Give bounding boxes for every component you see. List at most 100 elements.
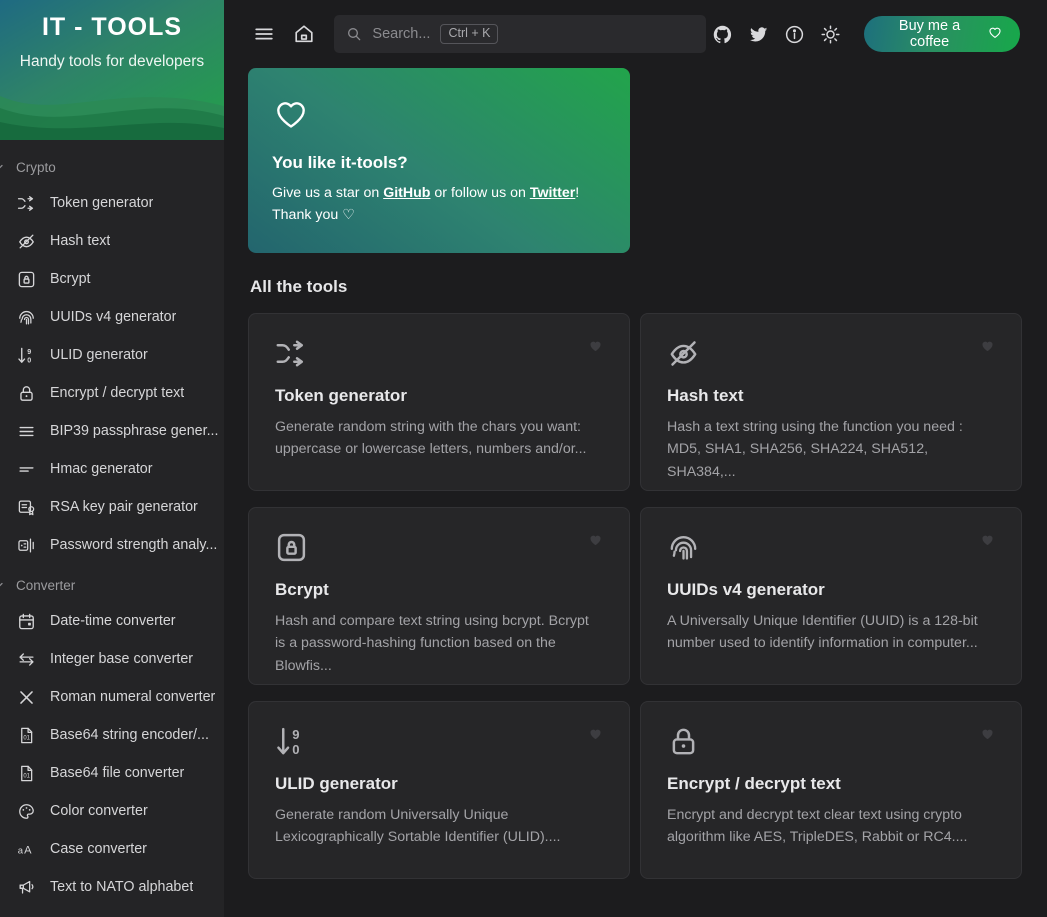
tool-card-title: ULID generator bbox=[275, 774, 398, 793]
password-meter-icon bbox=[14, 533, 38, 557]
sidebar-item-hash-text[interactable]: Hash text bbox=[0, 222, 224, 260]
sidebar-item-label: Encrypt / decrypt text bbox=[50, 385, 185, 401]
eye-off-icon bbox=[14, 229, 38, 253]
sidebar: IT - TOOLS Handy tools for developers Cr… bbox=[0, 0, 224, 917]
sidebar-category-crypto[interactable]: Crypto bbox=[0, 154, 224, 180]
sidebar-item-label: Date-time converter bbox=[50, 613, 176, 629]
sidebar-item-token-generator[interactable]: Token generator bbox=[0, 184, 224, 222]
fingerprint-icon bbox=[14, 305, 38, 329]
banner-github-link[interactable]: GitHub bbox=[383, 185, 430, 201]
banner-twitter-link[interactable]: Twitter bbox=[530, 185, 575, 201]
tool-card-uuids-v4-generator[interactable]: UUIDs v4 generator A Universally Unique … bbox=[640, 507, 1022, 685]
favorite-heart-icon[interactable] bbox=[588, 532, 603, 550]
favorite-heart-icon[interactable] bbox=[980, 338, 995, 356]
tool-card-ulid-generator[interactable]: 90 ULID generator Generate random Univer… bbox=[248, 701, 630, 879]
roman-x-icon bbox=[14, 685, 38, 709]
topbar-actions: Buy me a coffee bbox=[706, 16, 1020, 52]
sidebar-item-base64-file-converter[interactable]: 01 Base64 file converter bbox=[0, 754, 224, 792]
coffee-button-label: Buy me a coffee bbox=[898, 18, 961, 50]
arrows-exchange-icon bbox=[14, 647, 38, 671]
palette-icon bbox=[14, 799, 38, 823]
tool-card-token-generator[interactable]: Token generator Generate random string w… bbox=[248, 313, 630, 491]
info-icon[interactable] bbox=[778, 17, 810, 51]
banner-heading: You like it-tools? bbox=[272, 153, 408, 172]
sort-numeric-icon: 90 bbox=[275, 724, 603, 758]
content-area: You like it-tools? Give us a star on Git… bbox=[224, 68, 1047, 879]
search-icon bbox=[346, 26, 362, 42]
lock-square-icon bbox=[275, 530, 603, 564]
svg-text:9: 9 bbox=[292, 726, 299, 741]
favorite-heart-icon[interactable] bbox=[588, 338, 603, 356]
sidebar-item-roman-numeral-converter[interactable]: Roman numeral converter bbox=[0, 678, 224, 716]
sidebar-item-label: ULID generator bbox=[50, 347, 148, 363]
favorite-heart-icon[interactable] bbox=[588, 726, 603, 744]
sidebar-item-text-to-nato-alphabet[interactable]: Text to NATO alphabet bbox=[0, 868, 224, 906]
home-icon[interactable] bbox=[288, 17, 320, 51]
sidebar-item-bip39-passphrase-generator[interactable]: BIP39 passphrase gener... bbox=[0, 412, 224, 450]
sidebar-item-hmac-generator[interactable]: Hmac generator bbox=[0, 450, 224, 488]
tool-card-description: Encrypt and decrypt text clear text usin… bbox=[667, 807, 968, 846]
certificate-icon bbox=[14, 495, 38, 519]
sidebar-item-rsa-key-pair-generator[interactable]: RSA key pair generator bbox=[0, 488, 224, 526]
sidebar-item-date-time-converter[interactable]: Date-time converter bbox=[0, 602, 224, 640]
tool-card-description: A Universally Unique Identifier (UUID) i… bbox=[667, 613, 978, 652]
tool-card-description: Hash a text string using the function yo… bbox=[667, 419, 963, 480]
tool-card-title: Encrypt / decrypt text bbox=[667, 774, 841, 793]
search-input[interactable]: Search... bbox=[372, 26, 430, 42]
svg-text:a: a bbox=[17, 845, 23, 856]
tool-card-description: Generate random Universally Unique Lexic… bbox=[275, 807, 561, 846]
calendar-icon bbox=[14, 609, 38, 633]
tool-card-encrypt-decrypt-text[interactable]: Encrypt / decrypt text Encrypt and decry… bbox=[640, 701, 1022, 879]
sidebar-item-label: UUIDs v4 generator bbox=[50, 309, 177, 325]
sidebar-category-label: Converter bbox=[16, 577, 76, 593]
tool-card-title: Hash text bbox=[667, 386, 744, 405]
sidebar-item-case-converter[interactable]: aA Case converter bbox=[0, 830, 224, 868]
eye-off-icon bbox=[667, 336, 995, 370]
lock-square-icon bbox=[14, 267, 38, 291]
banner-text-part3: ! bbox=[575, 185, 580, 201]
favorite-heart-icon[interactable] bbox=[980, 532, 995, 550]
sidebar-item-uuids-v4-generator[interactable]: UUIDs v4 generator bbox=[0, 298, 224, 336]
tool-card-description: Generate random string with the chars yo… bbox=[275, 419, 587, 458]
sidebar-item-label: Integer base converter bbox=[50, 651, 194, 667]
sidebar-item-base64-string-encoder[interactable]: 01 Base64 string encoder/... bbox=[0, 716, 224, 754]
sidebar-item-label: Base64 string encoder/... bbox=[50, 727, 209, 743]
favorite-heart-icon[interactable] bbox=[980, 726, 995, 744]
app-subtitle: Handy tools for developers bbox=[19, 53, 205, 70]
tool-card-hash-text[interactable]: Hash text Hash a text string using the f… bbox=[640, 313, 1022, 491]
github-icon[interactable] bbox=[706, 17, 738, 51]
fingerprint-icon bbox=[667, 530, 995, 564]
hamburger-menu-icon[interactable] bbox=[248, 17, 280, 51]
like-it-tools-banner: You like it-tools? Give us a star on Git… bbox=[248, 68, 630, 253]
sidebar-item-label: Password strength analy... bbox=[50, 537, 218, 553]
search-shortcut-badge: Ctrl + K bbox=[440, 24, 499, 44]
sidebar-item-label: Hmac generator bbox=[50, 461, 153, 477]
search-bar[interactable]: Search... Ctrl + K bbox=[334, 15, 707, 53]
sidebar-nav[interactable]: Crypto Token generator Hash text Bcrypt bbox=[0, 140, 224, 917]
sidebar-item-label: RSA key pair generator bbox=[50, 499, 198, 515]
megaphone-icon bbox=[14, 875, 38, 899]
twitter-icon[interactable] bbox=[742, 17, 774, 51]
buy-me-a-coffee-button[interactable]: Buy me a coffee bbox=[864, 16, 1020, 52]
heart-outline-icon bbox=[987, 24, 1003, 44]
svg-text:01: 01 bbox=[23, 735, 30, 741]
sidebar-item-password-strength-analyser[interactable]: Password strength analy... bbox=[0, 526, 224, 564]
sidebar-item-color-converter[interactable]: Color converter bbox=[0, 792, 224, 830]
sidebar-item-label: Color converter bbox=[50, 803, 148, 819]
tool-card-title: UUIDs v4 generator bbox=[667, 580, 825, 599]
sidebar-item-label: Hash text bbox=[50, 233, 111, 249]
case-icon: aA bbox=[14, 837, 38, 861]
shuffle-icon bbox=[14, 191, 38, 215]
heart-outline-icon bbox=[272, 94, 606, 137]
sidebar-item-encrypt-decrypt-text[interactable]: Encrypt / decrypt text bbox=[0, 374, 224, 412]
banner-text-part2: or follow us on bbox=[430, 185, 530, 201]
sidebar-item-ulid-generator[interactable]: 90 ULID generator bbox=[0, 336, 224, 374]
sidebar-item-label: Case converter bbox=[50, 841, 147, 857]
dashes-icon bbox=[14, 457, 38, 481]
sidebar-category-converter[interactable]: Converter bbox=[0, 572, 224, 598]
sun-icon[interactable] bbox=[814, 17, 846, 51]
app-title: IT - TOOLS bbox=[41, 13, 183, 41]
sidebar-item-bcrypt[interactable]: Bcrypt bbox=[0, 260, 224, 298]
sidebar-item-integer-base-converter[interactable]: Integer base converter bbox=[0, 640, 224, 678]
tool-card-bcrypt[interactable]: Bcrypt Hash and compare text string usin… bbox=[248, 507, 630, 685]
